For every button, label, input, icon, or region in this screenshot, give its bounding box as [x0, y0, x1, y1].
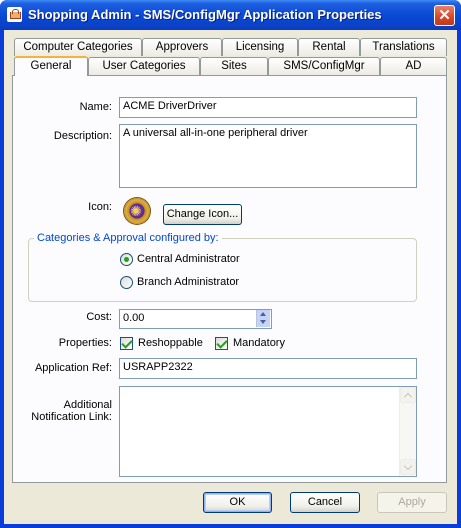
tab-sms-configmgr[interactable]: SMS/ConfigMgr	[268, 57, 380, 75]
reshoppable-checkbox[interactable]	[120, 337, 133, 350]
icon-label: Icon:	[88, 201, 112, 213]
tab-approvers[interactable]: Approvers	[142, 38, 222, 56]
branch-administrator-radio[interactable]	[120, 276, 133, 289]
window-title: Shopping Admin - SMS/ConfigMgr Applicati…	[28, 7, 382, 22]
name-input[interactable]: ACME DriverDriver	[119, 97, 417, 118]
shopping-bag-icon	[7, 7, 22, 22]
categories-approval-group-title: Categories & Approval configured by:	[34, 232, 222, 244]
title-bar[interactable]: Shopping Admin - SMS/ConfigMgr Applicati…	[0, 0, 461, 30]
application-ref-input[interactable]: USRAPP2322	[119, 358, 417, 379]
notification-scrollbar[interactable]	[399, 387, 416, 476]
notification-link-input[interactable]	[119, 386, 417, 477]
tab-translations[interactable]: Translations	[360, 38, 447, 56]
mandatory-label[interactable]: Mandatory	[233, 337, 285, 349]
dialog-window: Shopping Admin - SMS/ConfigMgr Applicati…	[0, 0, 461, 528]
name-label: Name:	[79, 101, 112, 113]
notification-label-line2: Notification Link:	[31, 411, 112, 423]
scroll-up-icon[interactable]	[400, 387, 416, 403]
spin-up-icon[interactable]	[257, 310, 270, 318]
notification-label-line1: Additional	[63, 399, 112, 411]
cost-input[interactable]: 0.00	[119, 309, 272, 329]
categories-approval-group	[28, 238, 417, 302]
tab-computer-categories[interactable]: Computer Categories	[14, 38, 142, 56]
description-input[interactable]: A universal all-in-one peripheral driver	[119, 124, 417, 188]
close-button[interactable]: ✕	[434, 5, 455, 26]
scroll-down-icon[interactable]	[400, 459, 416, 475]
tab-licensing[interactable]: Licensing	[222, 38, 298, 56]
application-ref-label: Application Ref:	[34, 362, 112, 374]
cost-label: Cost:	[86, 311, 112, 323]
tab-general[interactable]: General	[14, 56, 88, 76]
tab-sites[interactable]: Sites	[200, 57, 268, 75]
cost-spinner[interactable]	[256, 310, 270, 327]
mandatory-checkbox[interactable]	[215, 337, 228, 350]
description-label: Description:	[53, 130, 112, 142]
window-bottom-border	[0, 524, 461, 528]
cancel-button[interactable]: Cancel	[290, 492, 360, 513]
tab-user-categories[interactable]: User Categories	[88, 57, 200, 75]
tab-ad[interactable]: AD	[380, 57, 447, 75]
change-icon-button[interactable]: Change Icon...	[163, 204, 242, 225]
central-administrator-label[interactable]: Central Administrator	[137, 253, 240, 265]
apply-button[interactable]: Apply	[377, 492, 447, 513]
tab-rental[interactable]: Rental	[298, 38, 360, 56]
properties-label: Properties:	[58, 337, 112, 349]
central-administrator-radio[interactable]	[120, 253, 133, 266]
spin-down-icon[interactable]	[257, 318, 270, 326]
branch-administrator-label[interactable]: Branch Administrator	[137, 276, 239, 288]
reshoppable-label[interactable]: Reshoppable	[138, 337, 203, 349]
ok-button[interactable]: OK	[203, 492, 272, 513]
application-badge-icon	[124, 198, 150, 224]
